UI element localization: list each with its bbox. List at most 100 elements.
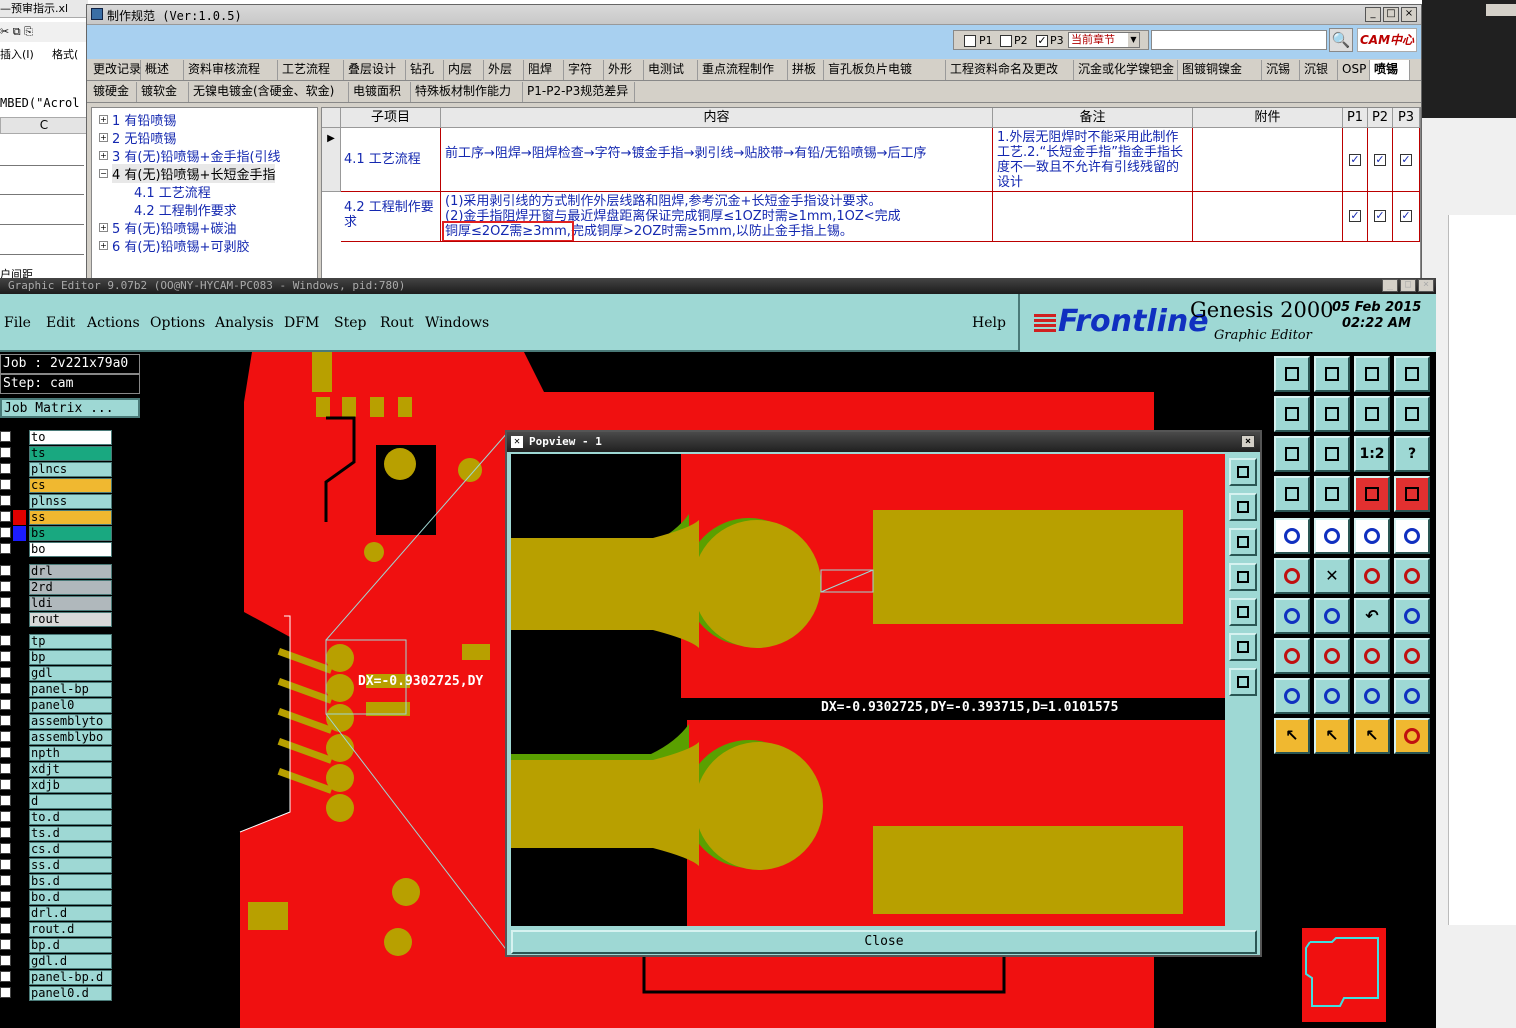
layer-row[interactable]: d [0,794,116,809]
row1-content[interactable]: 前工序→阻焊→阻焊检查→字符→镀金手指→剥引线→贴胶带→有铅/无铅喷锡→后工序 [441,128,993,192]
layer-color-swatch[interactable] [13,778,26,793]
layer-name[interactable]: bp [29,650,112,665]
layer-name[interactable]: drl.d [29,906,112,921]
layer-name[interactable]: xdjt [29,762,112,777]
layer-color-swatch[interactable] [13,542,26,557]
layer-name[interactable]: assemblybo [29,730,112,745]
node-icon[interactable] [1394,718,1430,754]
layer-row[interactable]: cs.d [0,842,116,857]
layer-name[interactable]: ldi [29,596,112,611]
layer-color-swatch[interactable] [13,650,26,665]
excel-format-menu[interactable]: 格式( [52,46,78,62]
layer-checkbox[interactable] [0,715,11,726]
shape-icon[interactable] [1354,678,1390,714]
layer-row[interactable]: 2rd [0,580,116,595]
undo-icon[interactable]: ↶ [1354,598,1390,634]
layer-checkbox[interactable] [0,747,11,758]
layer-row[interactable]: ss.d [0,858,116,873]
tab-15[interactable]: 盲孔板负片电镀 [824,60,946,80]
layer-checkbox[interactable] [0,955,11,966]
layer-name[interactable]: 2rd [29,580,112,595]
layer-name[interactable]: bp.d [29,938,112,953]
row2-p1-checkbox[interactable]: ✓ [1349,210,1361,222]
tab-9[interactable]: 阻焊 [524,60,564,80]
popview-up-icon[interactable] [1229,493,1257,521]
layer-row[interactable]: panel-bp.d [0,970,116,985]
layer-row[interactable]: plncs [0,462,116,477]
layer-checkbox[interactable] [0,843,11,854]
layer-checkbox[interactable] [0,479,11,490]
tab-6[interactable]: 钻孔 [406,60,444,80]
row2-content[interactable]: (1)采用剥引线的方式制作外层线路和阻焊,参考沉金+长短金手指设计要求。 (2)… [441,192,993,242]
route-icon[interactable] [1394,558,1430,594]
layer-row[interactable]: gdl.d [0,954,116,969]
tab-row2-3[interactable]: 无镍电镀金(含硬金、软金) [189,82,349,102]
layer-color-swatch[interactable] [13,906,26,921]
tab-22[interactable]: 喷锡 [1370,60,1410,80]
expand-icon[interactable]: + [99,223,108,232]
layer-row[interactable]: bo [0,542,116,557]
layer-name[interactable]: npth [29,746,112,761]
triangle-icon[interactable] [1274,678,1310,714]
layer-checkbox[interactable] [0,543,11,554]
layer-name[interactable]: bs [29,526,112,541]
tab-20[interactable]: 沉银 [1300,60,1338,80]
menu-help[interactable]: Help [972,315,1006,331]
layer-checkbox[interactable] [0,987,11,998]
layer-row[interactable]: npth [0,746,116,761]
layer-checkbox[interactable] [0,635,11,646]
layer-checkbox[interactable] [0,447,11,458]
tree-item-1[interactable]: 1 有铅喷锡 [112,110,176,129]
layer-row[interactable]: rout.d [0,922,116,937]
help-icon[interactable]: ? [1394,436,1430,472]
layer-row[interactable]: xdjb [0,778,116,793]
layer-checkbox[interactable] [0,683,11,694]
layer-row[interactable]: tp [0,634,116,649]
layer-color-swatch[interactable] [13,430,26,445]
menu-step[interactable]: Step [334,315,366,331]
layer-color-swatch[interactable] [13,938,26,953]
layer-name[interactable]: cs [29,478,112,493]
layer-name[interactable]: ss.d [29,858,112,873]
layer-row[interactable]: ts [0,446,116,461]
layer-checkbox[interactable] [0,971,11,982]
layer-checkbox[interactable] [0,939,11,950]
layer-row[interactable]: bo.d [0,890,116,905]
popview-fit-icon[interactable] [1229,633,1257,661]
layer-color-swatch[interactable] [13,794,26,809]
layer-color-swatch[interactable] [13,986,26,1001]
layer-name[interactable]: bs.d [29,874,112,889]
measure-icon[interactable] [1274,476,1310,512]
layer-checkbox[interactable] [0,581,11,592]
layer-name[interactable]: panel-bp.d [29,970,112,985]
popview-zoom-box-icon[interactable] [1229,458,1257,486]
menu-options[interactable]: Options [150,315,205,331]
layer-name[interactable]: to [29,430,112,445]
layer-row[interactable]: cs [0,478,116,493]
layer-color-swatch[interactable] [13,596,26,611]
zoom-out-icon[interactable] [1314,396,1350,432]
layer-color-swatch[interactable] [13,446,26,461]
layer-name[interactable]: bo.d [29,890,112,905]
layer-color-swatch[interactable] [13,612,26,627]
menu-file[interactable]: File [4,315,31,331]
expand-icon[interactable]: + [99,241,108,250]
layer-color-swatch[interactable] [13,842,26,857]
job-matrix-button[interactable]: Job Matrix ... [0,398,140,418]
maximize-button[interactable]: □ [1383,7,1399,22]
tab-row2-2[interactable]: 镀软金 [137,82,189,102]
layer-color-swatch[interactable] [13,462,26,477]
tree-item-4-2[interactable]: 4.2 工程制作要求 [134,200,237,219]
menu-edit[interactable]: Edit [46,315,75,331]
layer-checkbox[interactable] [0,667,11,678]
layer-color-swatch[interactable] [13,714,26,729]
home-icon[interactable] [1274,356,1310,392]
tree-item-6[interactable]: 6 有(无)铅喷锡+可剥胶 [112,236,249,255]
layer-name[interactable]: to.d [29,810,112,825]
layer-checkbox[interactable] [0,827,11,838]
tab-2[interactable]: 概述 [141,60,184,80]
layer-row[interactable]: bp [0,650,116,665]
snap-icon[interactable] [1394,396,1430,432]
layer-color-swatch[interactable] [13,510,26,525]
move-icon[interactable] [1354,558,1390,594]
